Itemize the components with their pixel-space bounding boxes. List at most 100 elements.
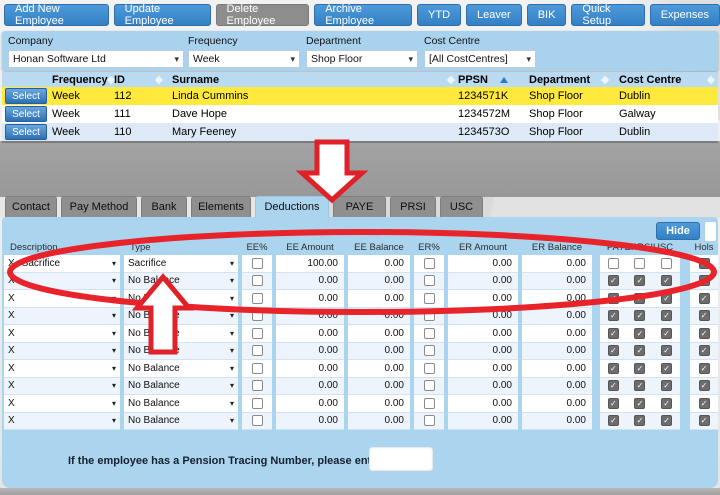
toolbar-button-archive-employee[interactable]: Archive Employee — [314, 4, 412, 26]
ee-balance-field[interactable]: 0.00 — [348, 290, 410, 308]
pension-tracing-input[interactable] — [369, 447, 433, 471]
type-select[interactable]: No Balance▾ — [124, 325, 238, 343]
paye-checkbox[interactable]: ✓ — [608, 293, 619, 304]
ee-amount-field[interactable]: 0.00 — [276, 308, 344, 326]
description-select[interactable]: X▾ — [4, 273, 120, 291]
tab-paye[interactable]: PAYE — [333, 196, 386, 217]
usc-checkbox[interactable]: ✓ — [661, 345, 672, 356]
department-select[interactable]: Shop Floor ▾ — [306, 50, 418, 68]
description-select[interactable]: XSacrifice▾ — [4, 255, 120, 273]
ee-percent-checkbox[interactable] — [252, 328, 263, 339]
hols-checkbox[interactable]: ✓ — [699, 363, 710, 374]
column-header-id[interactable]: ID — [114, 72, 166, 87]
description-select[interactable]: X▾ — [4, 290, 120, 308]
usc-checkbox[interactable]: ✓ — [661, 415, 672, 426]
ee-balance-field[interactable]: 0.00 — [348, 308, 410, 326]
er-amount-field[interactable]: 0.00 — [448, 378, 518, 396]
er-percent-checkbox[interactable] — [424, 398, 435, 409]
prsi-checkbox[interactable]: ✓ — [634, 328, 645, 339]
er-balance-field[interactable]: 0.00 — [522, 273, 592, 291]
er-amount-field[interactable]: 0.00 — [448, 325, 518, 343]
er-percent-checkbox[interactable] — [424, 328, 435, 339]
hols-checkbox[interactable]: ✓ — [699, 275, 710, 286]
usc-checkbox[interactable]: ✓ — [661, 275, 672, 286]
ee-balance-field[interactable]: 0.00 — [348, 343, 410, 361]
paye-checkbox[interactable]: ✓ — [608, 363, 619, 374]
prsi-checkbox[interactable]: ✓ — [634, 275, 645, 286]
paye-checkbox[interactable]: ✓ — [608, 398, 619, 409]
er-amount-field[interactable]: 0.00 — [448, 255, 518, 273]
er-amount-field[interactable]: 0.00 — [448, 413, 518, 431]
er-percent-checkbox[interactable] — [424, 310, 435, 321]
hols-checkbox[interactable]: ✓ — [699, 345, 710, 356]
prsi-checkbox[interactable]: ✓ — [634, 345, 645, 356]
hols-checkbox[interactable]: ✓ — [699, 328, 710, 339]
ee-percent-checkbox[interactable] — [252, 345, 263, 356]
ee-amount-field[interactable]: 0.00 — [276, 378, 344, 396]
er-balance-field[interactable]: 0.00 — [522, 378, 592, 396]
description-select[interactable]: X▾ — [4, 325, 120, 343]
description-select[interactable]: X▾ — [4, 413, 120, 431]
er-balance-field[interactable]: 0.00 — [522, 343, 592, 361]
er-percent-checkbox[interactable] — [424, 293, 435, 304]
description-select[interactable]: X▾ — [4, 360, 120, 378]
description-select[interactable]: X▾ — [4, 395, 120, 413]
ee-balance-field[interactable]: 0.00 — [348, 413, 410, 431]
prsi-checkbox[interactable]: ✓ — [634, 398, 645, 409]
usc-checkbox[interactable]: ✓ — [661, 310, 672, 321]
er-percent-checkbox[interactable] — [424, 275, 435, 286]
select-button[interactable]: Select — [5, 88, 47, 104]
clear-x-marker[interactable]: X — [8, 310, 15, 321]
toolbar-button-bik[interactable]: BIK — [527, 4, 567, 26]
paye-checkbox[interactable]: ✓ — [608, 328, 619, 339]
clear-x-marker[interactable]: X — [8, 363, 15, 374]
tab-elements[interactable]: Elements — [191, 196, 251, 217]
toolbar-button-delete-employee[interactable]: Delete Employee — [216, 4, 310, 26]
usc-checkbox[interactable]: ✓ — [661, 328, 672, 339]
ee-percent-checkbox[interactable] — [252, 275, 263, 286]
toolbar-button-quick-setup[interactable]: Quick Setup — [571, 4, 644, 26]
ee-amount-field[interactable]: 0.00 — [276, 360, 344, 378]
ee-balance-field[interactable]: 0.00 — [348, 273, 410, 291]
ee-balance-field[interactable]: 0.00 — [348, 360, 410, 378]
prsi-checkbox[interactable] — [634, 258, 645, 269]
clear-x-marker[interactable]: X — [8, 415, 15, 426]
ee-amount-field[interactable]: 0.00 — [276, 273, 344, 291]
select-button[interactable]: Select — [5, 106, 47, 122]
er-amount-field[interactable]: 0.00 — [448, 343, 518, 361]
ee-percent-checkbox[interactable] — [252, 398, 263, 409]
type-select[interactable]: No Balance▾ — [124, 360, 238, 378]
prsi-checkbox[interactable]: ✓ — [634, 415, 645, 426]
type-select[interactable]: No Balance▾ — [124, 308, 238, 326]
hide-button[interactable]: Hide — [656, 222, 700, 240]
er-balance-field[interactable]: 0.00 — [522, 290, 592, 308]
clear-x-marker[interactable]: X — [8, 398, 15, 409]
ee-amount-field[interactable]: 0.00 — [276, 395, 344, 413]
er-balance-field[interactable]: 0.00 — [522, 360, 592, 378]
clear-x-marker[interactable]: X — [8, 293, 15, 304]
clear-x-marker[interactable]: X — [8, 345, 15, 356]
type-select[interactable]: No Balance▾ — [124, 290, 238, 308]
er-balance-field[interactable]: 0.00 — [522, 395, 592, 413]
toolbar-button-update-employee[interactable]: Update Employee — [114, 4, 211, 26]
sort-icon[interactable] — [155, 75, 163, 83]
er-percent-checkbox[interactable] — [424, 363, 435, 374]
toolbar-button-leaver[interactable]: Leaver — [466, 4, 522, 26]
er-amount-field[interactable]: 0.00 — [448, 273, 518, 291]
paye-checkbox[interactable]: ✓ — [608, 345, 619, 356]
column-header-frequency[interactable]: Frequency — [48, 72, 114, 87]
type-select[interactable]: No Balance▾ — [124, 413, 238, 431]
ee-percent-checkbox[interactable] — [252, 363, 263, 374]
paye-checkbox[interactable]: ✓ — [608, 415, 619, 426]
er-balance-field[interactable]: 0.00 — [522, 308, 592, 326]
usc-checkbox[interactable]: ✓ — [661, 380, 672, 391]
prsi-checkbox[interactable]: ✓ — [634, 363, 645, 374]
ee-percent-checkbox[interactable] — [252, 415, 263, 426]
paye-checkbox[interactable]: ✓ — [608, 275, 619, 286]
prsi-checkbox[interactable]: ✓ — [634, 380, 645, 391]
type-select[interactable]: No Balance▾ — [124, 343, 238, 361]
prsi-checkbox[interactable]: ✓ — [634, 293, 645, 304]
er-amount-field[interactable]: 0.00 — [448, 308, 518, 326]
column-header-surname[interactable]: Surname — [166, 72, 458, 87]
tab-usc[interactable]: USC — [440, 196, 483, 217]
